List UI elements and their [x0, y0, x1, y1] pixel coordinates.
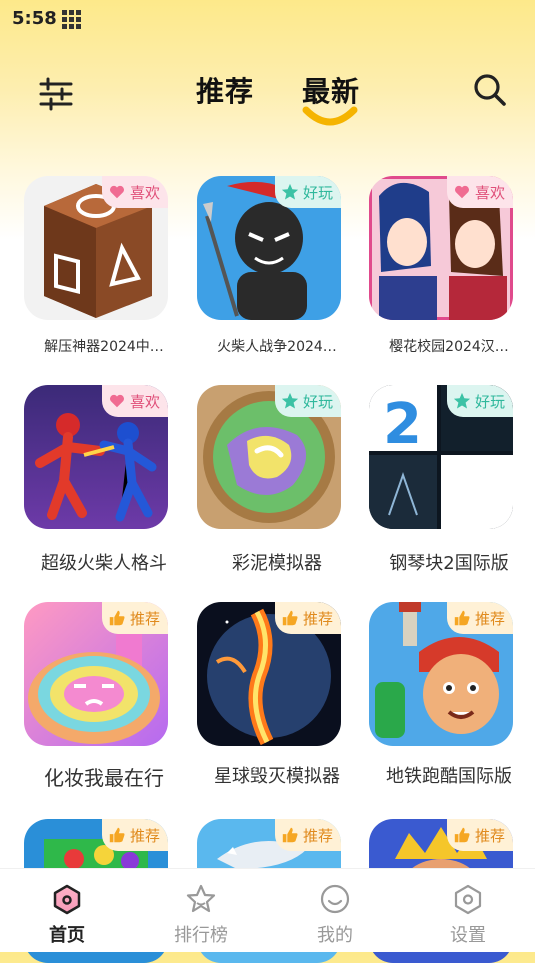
nav-settings[interactable]: 设置 — [401, 869, 535, 952]
status-time: 5:58 — [12, 8, 57, 29]
search-icon[interactable] — [470, 70, 510, 110]
thumbs-up-icon — [282, 610, 298, 626]
game-title: 火柴人战争2024… — [217, 339, 337, 355]
status-bar: 5:58 — [0, 0, 535, 36]
game-title: 解压神器2024中… — [44, 339, 164, 355]
active-tab-indicator — [302, 106, 358, 126]
recommend-tag: 推荐 — [446, 602, 513, 634]
fun-tag: 好玩 — [446, 385, 513, 417]
recommend-tag: 推荐 — [274, 819, 341, 851]
game-title: 超级火柴人格斗 — [41, 553, 167, 574]
game-icon[interactable]: 推荐 — [24, 602, 168, 746]
like-tag: 喜欢 — [101, 385, 168, 417]
fun-tag: 好玩 — [274, 385, 341, 417]
like-tag: 喜欢 — [101, 176, 168, 208]
home-icon — [53, 884, 81, 915]
nav-label: 首页 — [49, 925, 85, 946]
star-icon — [281, 183, 299, 200]
star-icon — [453, 392, 471, 409]
game-icon[interactable]: 好玩 — [197, 176, 341, 320]
game-title: 彩泥模拟器 — [232, 553, 322, 574]
nav-label: 我的 — [317, 925, 353, 946]
fun-tag: 好玩 — [274, 176, 341, 208]
game-title: 星球毁灭模拟器 — [214, 766, 340, 787]
thumbs-up-icon — [454, 827, 470, 843]
recommend-tag: 推荐 — [446, 819, 513, 851]
svg-text:2: 2 — [383, 392, 422, 457]
recommend-tag: 推荐 — [101, 602, 168, 634]
game-icon[interactable]: 推荐 — [197, 602, 341, 746]
game-title: 钢琴块2国际版 — [389, 553, 509, 574]
game-title: 地铁跑酷国际版 — [386, 766, 512, 787]
recommend-tag: 推荐 — [101, 819, 168, 851]
game-icon[interactable]: 喜欢 — [24, 176, 168, 320]
thumbs-up-icon — [282, 827, 298, 843]
bottom-nav: 首页 排行榜 我的 设置 — [0, 868, 535, 952]
game-title: 化妆我最在行 — [44, 766, 164, 790]
tab-recommend[interactable]: 推荐 — [196, 70, 254, 110]
star-icon — [281, 392, 299, 409]
heart-icon — [109, 185, 125, 199]
heart-icon — [109, 394, 125, 408]
recommend-tag: 推荐 — [274, 602, 341, 634]
game-icon[interactable]: 推荐 — [369, 602, 513, 746]
nav-home[interactable]: 首页 — [0, 869, 134, 952]
top-header: 推荐 最新 — [0, 60, 535, 130]
thumbs-up-icon — [454, 610, 470, 626]
game-icon[interactable]: 喜欢 — [369, 176, 513, 320]
thumbs-up-icon — [109, 610, 125, 626]
game-title: 樱花校园2024汉… — [389, 339, 509, 355]
game-icon[interactable]: 喜欢 — [24, 385, 168, 529]
nav-label: 排行榜 — [174, 925, 228, 946]
game-icon[interactable]: 好玩 — [197, 385, 341, 529]
settings-icon — [454, 884, 482, 915]
app-grid-icon — [62, 10, 82, 29]
nav-mine[interactable]: 我的 — [268, 869, 402, 952]
smile-icon — [320, 884, 350, 914]
heart-icon — [454, 185, 470, 199]
star-icon — [186, 884, 216, 913]
nav-label: 设置 — [450, 925, 486, 946]
filter-icon[interactable] — [38, 76, 74, 112]
game-icon[interactable]: 2 好玩 — [369, 385, 513, 529]
thumbs-up-icon — [109, 827, 125, 843]
nav-ranking[interactable]: 排行榜 — [134, 869, 268, 952]
like-tag: 喜欢 — [446, 176, 513, 208]
